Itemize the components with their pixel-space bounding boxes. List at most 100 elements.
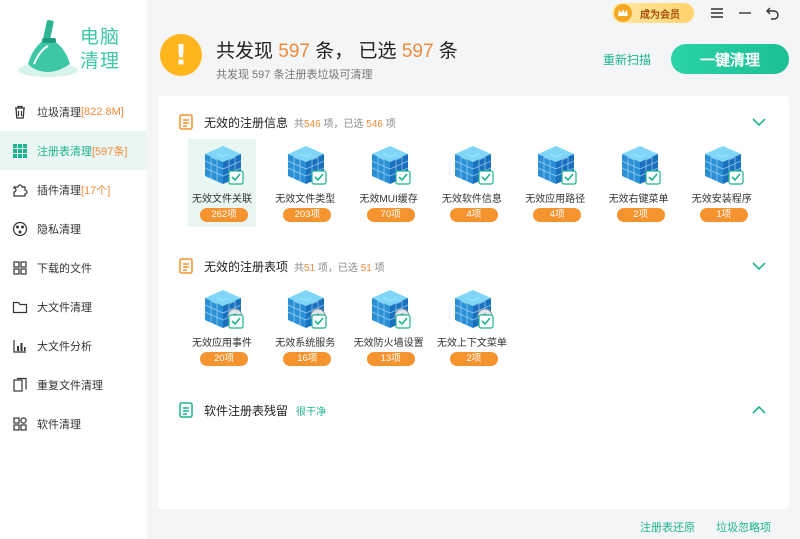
sidebar-item-count: [822.8M]	[81, 105, 124, 118]
registry-item-tile[interactable]: 无效MUI缓存 70项	[355, 139, 423, 227]
registry-restore-link[interactable]: 注册表还原	[640, 519, 695, 535]
registry-cube-icon	[288, 290, 327, 329]
registry-cube-icon	[621, 146, 661, 185]
registry-item-label: 无效系统服务	[275, 338, 336, 349]
sidebar-item-privacy[interactable]: 隐私清理	[0, 209, 147, 248]
registry-item-count-badge: 1项	[699, 208, 748, 222]
registry-item-tile[interactable]: 无效系统服务 16项	[271, 283, 339, 371]
registry-item-label: 无效防火墙设置	[353, 338, 424, 349]
sidebar: 电脑 清理 垃圾清理 [822.8M] 注册表清理 [597条] 插件清理 [17个]…	[0, 0, 147, 539]
chevron-down-icon[interactable]	[751, 114, 767, 130]
ignore-list-link[interactable]: 垃圾忽略项	[716, 519, 771, 535]
sidebar-nav: 垃圾清理 [822.8M] 注册表清理 [597条] 插件清理 [17个] 隐私清理 …	[0, 92, 147, 443]
registry-item-count-badge: 2项	[449, 352, 498, 366]
registry-cube-icon	[204, 290, 244, 329]
registry-item-count-badge: 2项	[616, 208, 665, 222]
app-name: 电脑 清理	[80, 26, 120, 74]
registry-item-tile[interactable]: 无效防火墙设置 13项	[354, 283, 424, 371]
sidebar-item-label: 大文件清理	[37, 301, 92, 314]
one-click-clean-button[interactable]: 一键清理	[671, 44, 789, 74]
registry-item-label: 无效应用路径	[525, 194, 586, 205]
title-suffix: 条	[433, 41, 458, 62]
stat-mid: 项，已选	[315, 262, 361, 274]
bar-chart-icon	[13, 339, 26, 353]
registry-item-label: 无效文件类型	[275, 194, 336, 205]
warning-icon: !	[160, 34, 202, 76]
registry-item-count-badge: 262项	[200, 208, 248, 222]
sidebar-item-junk[interactable]: 垃圾清理 [822.8M]	[0, 92, 147, 131]
registry-cube-icon	[204, 146, 244, 185]
registry-item-tile[interactable]: 无效文件关联 262项	[188, 139, 256, 227]
registry-cube-icon	[371, 146, 411, 185]
registry-item-tile[interactable]: 无效上下文菜单 2项	[437, 283, 507, 371]
back-icon[interactable]	[765, 5, 781, 21]
minimize-icon[interactable]	[737, 5, 753, 21]
registry-item-label: 无效上下文菜单	[436, 338, 507, 349]
vip-label: 成为会员	[640, 9, 680, 21]
section-stat: 共51 项，已选 51 项	[294, 263, 385, 274]
sidebar-item-plugins[interactable]: 插件清理 [17个]	[0, 170, 147, 209]
stat-prefix: 共	[294, 118, 305, 130]
registry-item-count-badge: 4项	[533, 208, 582, 222]
stat-prefix: 共	[294, 262, 305, 274]
page-subtitle: 共发现 597 条注册表垃圾可清理	[216, 69, 373, 81]
document-icon	[179, 258, 193, 274]
registry-item-count-badge: 13项	[366, 352, 415, 366]
registry-item-tile[interactable]: 无效文件类型 203项	[271, 139, 339, 227]
sidebar-item-label: 下载的文件	[37, 262, 92, 275]
rescan-button[interactable]: 重新扫描	[603, 51, 651, 68]
title-prefix: 共发现	[216, 41, 279, 62]
section-header-software-leftovers[interactable]: 软件注册表残留 很干净	[158, 398, 789, 422]
registry-cube-icon	[704, 146, 744, 185]
section-title: 软件注册表残留 很干净	[204, 402, 326, 419]
sidebar-item-downloads[interactable]: 下载的文件	[0, 248, 147, 287]
selected-count: 597	[401, 41, 434, 62]
grid-icon	[13, 143, 27, 158]
registry-item-tile[interactable]: 无效右键菜单 2项	[605, 139, 673, 227]
registry-item-count-badge: 4项	[449, 208, 498, 222]
chevron-up-icon[interactable]	[751, 402, 767, 418]
registry-item-label: 无效MUI缓存	[359, 194, 418, 205]
sidebar-item-label: 注册表清理	[37, 145, 92, 158]
sidebar-item-label: 重复文件清理	[37, 379, 103, 392]
chevron-down-icon[interactable]	[751, 258, 767, 274]
registry-item-label: 无效应用事件	[192, 338, 252, 349]
section-title-text: 无效的注册表项	[204, 259, 289, 274]
registry-item-tile[interactable]: 无效应用事件 20项	[188, 283, 256, 371]
sidebar-item-count: [17个]	[81, 184, 111, 197]
registry-item-tile[interactable]: 无效应用路径 4项	[521, 139, 589, 227]
document-icon	[179, 402, 193, 418]
menu-icon[interactable]	[709, 5, 725, 21]
section-total: 51	[304, 262, 316, 274]
registry-item-count-badge: 20项	[200, 352, 248, 366]
vip-button[interactable]: 成为会员	[612, 3, 694, 23]
sidebar-item-file-analysis[interactable]: 大文件分析	[0, 326, 147, 365]
sidebar-item-label: 大文件分析	[37, 340, 92, 353]
sidebar-item-large-files[interactable]: 大文件清理	[0, 287, 147, 326]
section-header-registry-info[interactable]: 无效的注册信息 共546 项，已选 546 项	[158, 110, 789, 134]
stat-suffix: 项	[371, 262, 385, 274]
registry-item-label: 无效文件关联	[192, 194, 252, 205]
section-total: 546	[304, 118, 321, 130]
sidebar-item-label: 插件清理	[37, 184, 81, 197]
registry-cube-icon	[288, 146, 327, 185]
page-title: 共发现 597 条， 已选 597 条	[216, 36, 458, 63]
app-name-line2: 清理	[80, 51, 121, 72]
sidebar-item-registry[interactable]: 注册表清理 [597条]	[0, 131, 147, 170]
found-count: 597	[278, 41, 310, 62]
download-icon	[13, 260, 27, 275]
sidebar-item-label: 软件清理	[37, 418, 81, 431]
results-panel: 无效的注册信息 共546 项，已选 546 项 无效文件关联 262项 无效文件类型…	[158, 96, 789, 509]
registry-item-label: 无效右键菜单	[608, 194, 669, 205]
registry-item-tile[interactable]: 无效软件信息 4项	[438, 139, 506, 227]
sidebar-item-duplicates[interactable]: 重复文件清理	[0, 365, 147, 404]
stat-mid: 项，已选	[320, 118, 367, 130]
sidebar-item-software[interactable]: 软件清理	[0, 404, 147, 443]
title-mid: 条， 已选	[309, 41, 402, 62]
section-header-registry-keys[interactable]: 无效的注册表项 共51 项，已选 51 项	[158, 254, 789, 278]
apps-icon	[13, 416, 27, 431]
registry-item-tile[interactable]: 无效安装程序 1项	[688, 139, 756, 227]
section-title: 无效的注册表项 共51 项，已选 51 项	[204, 258, 385, 275]
duplicate-icon	[13, 377, 27, 392]
section-title-text: 软件注册表残留	[204, 403, 289, 418]
